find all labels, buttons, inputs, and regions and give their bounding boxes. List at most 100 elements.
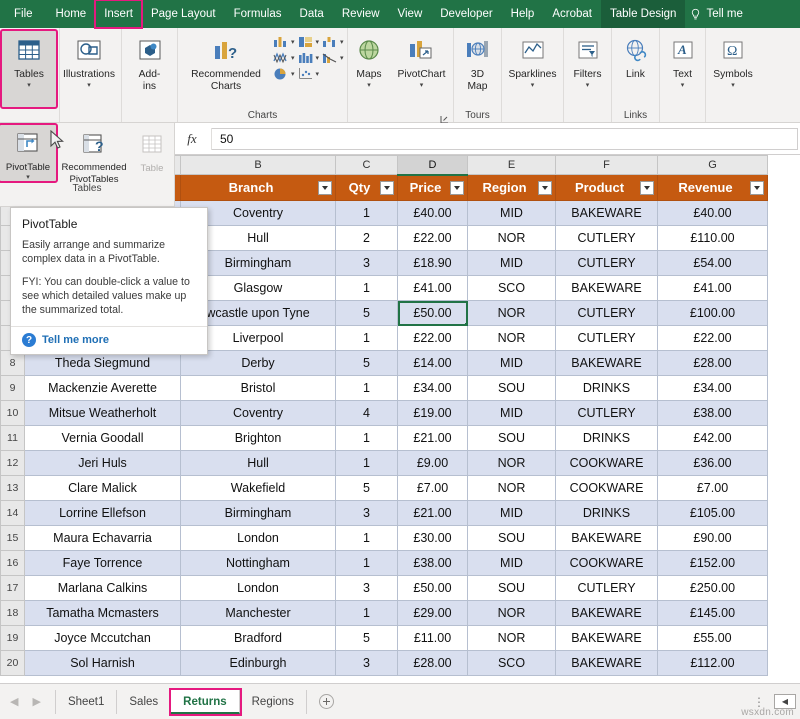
row-header[interactable]: 16 [1, 551, 25, 576]
cell-branch[interactable]: London [181, 576, 336, 601]
column-header-d[interactable]: D [398, 156, 468, 175]
cell-price[interactable]: £22.00 [398, 226, 468, 251]
pivotchart-button[interactable]: PivotChart ▾ [392, 31, 451, 89]
ribbon-tab-acrobat[interactable]: Acrobat [543, 0, 601, 28]
cell-price[interactable]: £7.00 [398, 476, 468, 501]
cell-price[interactable]: £11.00 [398, 626, 468, 651]
cell-revenue[interactable]: £110.00 [658, 226, 768, 251]
cell-price[interactable]: £29.00 [398, 601, 468, 626]
addins-button[interactable]: Add- ins [124, 31, 175, 92]
cell-branch[interactable]: Brighton [181, 426, 336, 451]
cell-name[interactable]: Vernia Goodall [25, 426, 181, 451]
cell-revenue[interactable]: £90.00 [658, 526, 768, 551]
ribbon-tab-developer[interactable]: Developer [431, 0, 501, 28]
row-header[interactable]: 18 [1, 601, 25, 626]
cell-price[interactable]: £38.00 [398, 551, 468, 576]
cell-name[interactable]: Mitsue Weatherholt [25, 401, 181, 426]
cell-product[interactable]: CUTLERY [556, 301, 658, 326]
filter-dropdown-icon[interactable] [380, 181, 394, 195]
waterfall-chart-button[interactable]: ▾ [321, 34, 344, 49]
cell-region[interactable]: NOR [468, 326, 556, 351]
table-row[interactable]: 14Lorrine EllefsonBirmingham3£21.00MIDDR… [1, 501, 768, 526]
cell-region[interactable]: MID [468, 251, 556, 276]
row-header[interactable]: 17 [1, 576, 25, 601]
cell-product[interactable]: CUTLERY [556, 326, 658, 351]
cell-price[interactable]: £50.00 [398, 301, 468, 326]
combo-chart-button[interactable]: ▾ [321, 50, 344, 65]
cell-name[interactable]: Mackenzie Averette [25, 376, 181, 401]
table-row[interactable]: 13Clare MalickWakefield5£7.00NORCOOKWARE… [1, 476, 768, 501]
cell-product[interactable]: DRINKS [556, 376, 658, 401]
filters-button[interactable]: Filters ▾ [566, 31, 609, 89]
cell-region[interactable]: MID [468, 501, 556, 526]
cell-revenue[interactable]: £105.00 [658, 501, 768, 526]
maps-button[interactable]: Maps ▾ [350, 31, 388, 89]
cell-price[interactable]: £14.00 [398, 351, 468, 376]
cell-revenue[interactable]: £38.00 [658, 401, 768, 426]
cell-name[interactable]: Clare Malick [25, 476, 181, 501]
cell-revenue[interactable]: £152.00 [658, 551, 768, 576]
cell-revenue[interactable]: £22.00 [658, 326, 768, 351]
cell-price[interactable]: £41.00 [398, 276, 468, 301]
cell-region[interactable]: NOR [468, 626, 556, 651]
cell-product[interactable]: BAKEWARE [556, 626, 658, 651]
cell-branch[interactable]: Bristol [181, 376, 336, 401]
charts-dialog-launcher[interactable] [440, 111, 449, 120]
cell-qty[interactable]: 1 [336, 551, 398, 576]
cell-qty[interactable]: 2 [336, 226, 398, 251]
pivottable-button[interactable]: PivotTable ▾ [0, 125, 56, 181]
add-sheet-icon[interactable] [319, 694, 334, 709]
cell-product[interactable]: COOKWARE [556, 551, 658, 576]
cell-product[interactable]: DRINKS [556, 426, 658, 451]
cell-revenue[interactable]: £41.00 [658, 276, 768, 301]
cell-product[interactable]: BAKEWARE [556, 201, 658, 226]
insert-function-icon[interactable]: fx [172, 128, 212, 150]
cell-qty[interactable]: 5 [336, 626, 398, 651]
table-row[interactable]: 9Mackenzie AveretteBristol1£34.00SOUDRIN… [1, 376, 768, 401]
ribbon-tab-file[interactable]: File [0, 0, 47, 28]
tell-me-more-link[interactable]: ? Tell me more [22, 327, 196, 354]
cell-region[interactable]: MID [468, 551, 556, 576]
row-header[interactable]: 19 [1, 626, 25, 651]
sheet-tab-returns[interactable]: Returns [171, 690, 239, 714]
cell-name[interactable]: Faye Torrence [25, 551, 181, 576]
cell-branch[interactable]: Birmingham [181, 501, 336, 526]
row-header[interactable]: 20 [1, 651, 25, 676]
cell-price[interactable]: £9.00 [398, 451, 468, 476]
cell-product[interactable]: BAKEWARE [556, 526, 658, 551]
ribbon-tab-data[interactable]: Data [291, 0, 333, 28]
ribbon-tab-home[interactable]: Home [47, 0, 96, 28]
ribbon-tab-page-layout[interactable]: Page Layout [142, 0, 225, 28]
cell-product[interactable]: CUTLERY [556, 401, 658, 426]
table-row[interactable]: 17Marlana CalkinsLondon3£50.00SOUCUTLERY… [1, 576, 768, 601]
column-header-e[interactable]: E [468, 156, 556, 175]
recommended-pivottables-button[interactable]: ? Recommended PivotTables [56, 125, 132, 185]
cell-product[interactable]: BAKEWARE [556, 276, 658, 301]
cell-price[interactable]: £18.90 [398, 251, 468, 276]
row-header[interactable]: 12 [1, 451, 25, 476]
cell-branch[interactable]: Nottingham [181, 551, 336, 576]
cell-branch[interactable]: Bradford [181, 626, 336, 651]
cell-name[interactable]: Lorrine Ellefson [25, 501, 181, 526]
cell-price[interactable]: £28.00 [398, 651, 468, 676]
cell-branch[interactable]: London [181, 526, 336, 551]
filter-dropdown-icon[interactable] [450, 181, 464, 195]
cell-name[interactable]: Jeri Huls [25, 451, 181, 476]
cell-name[interactable]: Joyce Mccutchan [25, 626, 181, 651]
cell-qty[interactable]: 1 [336, 601, 398, 626]
cell-region[interactable]: NOR [468, 476, 556, 501]
cell-branch[interactable]: Edinburgh [181, 651, 336, 676]
ribbon-tab-review[interactable]: Review [333, 0, 389, 28]
cell-product[interactable]: BAKEWARE [556, 601, 658, 626]
cell-branch[interactable]: Coventry [181, 401, 336, 426]
ribbon-tab-insert[interactable]: Insert [95, 0, 142, 28]
sheet-tab-sales[interactable]: Sales [117, 690, 171, 714]
cell-region[interactable]: MID [468, 201, 556, 226]
column-header-f[interactable]: F [556, 156, 658, 175]
sparklines-button[interactable]: Sparklines ▾ [504, 31, 561, 89]
cell-qty[interactable]: 5 [336, 301, 398, 326]
3d-map-button[interactable]: 3D Map [456, 31, 499, 92]
filter-dropdown-icon[interactable] [640, 181, 654, 195]
cell-name[interactable]: Sol Harnish [25, 651, 181, 676]
ribbon-tab-formulas[interactable]: Formulas [225, 0, 291, 28]
